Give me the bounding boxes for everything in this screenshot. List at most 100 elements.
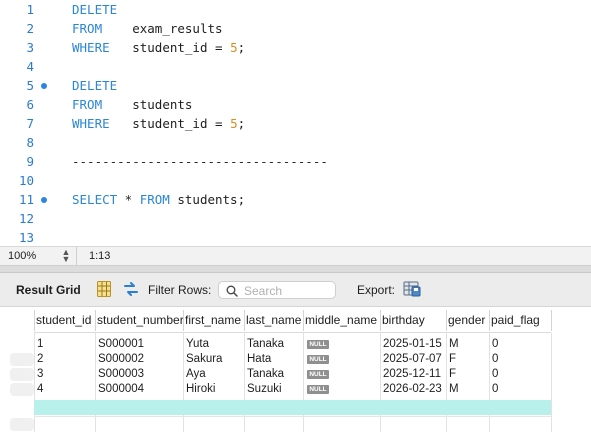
column-header[interactable]: paid_flag [489,310,551,331]
sql-editor[interactable]: 1 DELETE 2 FROM exam_results 3 WHERE student_… [0,0,591,246]
table-cell[interactable]: 0 [489,352,498,367]
table-cell[interactable]: M [446,382,459,397]
column-divider[interactable] [551,310,552,331]
column-divider[interactable] [303,310,304,331]
code-line[interactable]: 3 WHERE student_id = 5; [0,38,591,57]
column-header[interactable]: birthday [380,310,446,331]
code-line[interactable]: 12 [0,209,591,228]
line-number: 10 [18,173,34,188]
table-cell[interactable]: Aya [183,367,206,382]
column-divider[interactable] [244,310,245,331]
table-cell[interactable]: 2 [34,352,43,367]
code-text: DELETE [72,0,117,19]
table-cell[interactable]: S000004 [95,382,144,397]
code-line[interactable]: 5 DELETE [0,76,591,95]
column-header[interactable]: first_name [183,310,244,331]
statement-marker-icon[interactable] [41,197,47,203]
table-cell[interactable]: Sakura [183,352,222,367]
table-cell[interactable]: Tanaka [244,367,284,382]
table-cell[interactable]: Suzuki [244,382,282,397]
table-cell[interactable]: 1 [34,337,43,352]
sql-keyword: WHERE [72,116,110,131]
row-handle[interactable] [10,353,34,366]
table-cell[interactable]: 0 [489,382,498,397]
table-row[interactable]: 1 S000001 Yuta Tanaka NULL 2025-01-15 M 0 [0,337,591,352]
table-cell[interactable]: S000002 [95,352,144,367]
table-cell[interactable]: Hiroki [183,382,215,397]
code-line[interactable]: 1 DELETE [0,0,591,19]
code-line[interactable]: 2 FROM exam_results [0,19,591,38]
table-cell[interactable]: 4 [34,382,43,397]
export-label: Export: [357,283,396,297]
result-grid-icon[interactable] [97,281,111,297]
grid-line [34,416,551,417]
null-badge[interactable]: NULL [307,340,329,349]
null-badge[interactable]: NULL [307,370,329,379]
table-row[interactable]: 2 S000002 Sakura Hata NULL 2025-07-07 F 0 [0,352,591,367]
panel-splitter[interactable] [0,266,591,273]
column-header[interactable]: student_id [34,310,95,331]
code-line[interactable]: 10 [0,171,591,190]
table-cell[interactable]: 2025-01-15 [380,337,442,352]
refresh-icon[interactable] [122,280,140,298]
sql-text: exam_results [102,21,223,36]
row-handle[interactable] [10,383,34,396]
sql-text: ; [237,116,246,131]
null-badge[interactable]: NULL [307,355,329,364]
column-divider[interactable] [183,310,184,331]
search-icon [226,285,238,297]
code-line[interactable]: 11 SELECT * FROM students; [0,190,591,209]
table-cell[interactable]: 2025-07-07 [380,352,442,367]
line-number: 3 [26,40,34,55]
code-line[interactable]: 7 WHERE student_id = 5; [0,114,591,133]
statement-marker-icon[interactable] [41,83,47,89]
table-cell[interactable]: F [446,352,456,367]
table-cell[interactable]: 2026-02-23 [380,382,442,397]
code-line[interactable]: 4 [0,57,591,76]
column-header[interactable]: gender [446,310,489,331]
sql-text: students; [169,192,246,207]
column-divider[interactable] [34,310,35,331]
table-cell[interactable]: M [446,337,459,352]
result-grid[interactable]: student_id student_number first_name last_n… [0,308,591,432]
table-cell[interactable]: F [446,367,456,382]
row-handle[interactable] [10,418,34,431]
column-header[interactable]: last_name [244,310,303,331]
filter-search-box[interactable] [218,281,336,299]
sql-keyword: DELETE [72,2,118,17]
table-cell[interactable]: Yuta [183,337,209,352]
zoom-stepper-icon[interactable]: ▲ ▼ [60,248,72,264]
table-cell[interactable]: 3 [34,367,43,382]
table-row[interactable]: 3 S000003 Aya Tanaka NULL 2025-12-11 F 0 [0,367,591,382]
table-cell[interactable]: Hata [244,352,271,367]
column-header[interactable]: student_number [95,310,183,331]
table-cell[interactable]: S000001 [95,337,144,352]
sql-keyword: FROM [72,97,103,112]
code-line[interactable]: 13 [0,228,591,246]
sql-text: ; [237,40,246,55]
code-line[interactable]: 8 [0,133,591,152]
table-cell[interactable]: 2025-12-11 [380,367,441,382]
row-handle[interactable] [10,368,34,381]
table-cell[interactable]: 0 [489,337,498,352]
sql-number: 5 [230,116,238,131]
table-cell[interactable]: Tanaka [244,337,284,352]
column-divider[interactable] [446,310,447,331]
zoom-level[interactable]: 100% [8,250,36,262]
sql-keyword: WHERE [72,40,110,55]
code-line[interactable]: 9 ---------------------------------- [0,152,591,171]
line-number: 6 [26,97,34,112]
column-divider[interactable] [95,310,96,331]
table-row[interactable]: 4 S000004 Hiroki Suzuki NULL 2026-02-23 M 0 [0,382,591,397]
column-divider[interactable] [489,310,490,331]
column-header[interactable]: middle_name [303,310,380,331]
export-icon[interactable] [403,279,421,297]
null-badge[interactable]: NULL [307,385,329,394]
column-divider[interactable] [380,310,381,331]
editor-status-bar: 100% ▲ ▼ 1:13 [0,246,591,266]
table-cell[interactable]: S000003 [95,367,144,382]
table-cell[interactable]: 0 [489,367,498,382]
code-line[interactable]: 6 FROM students [0,95,591,114]
filter-search-input[interactable] [244,283,332,298]
new-row-placeholder[interactable] [34,400,551,415]
